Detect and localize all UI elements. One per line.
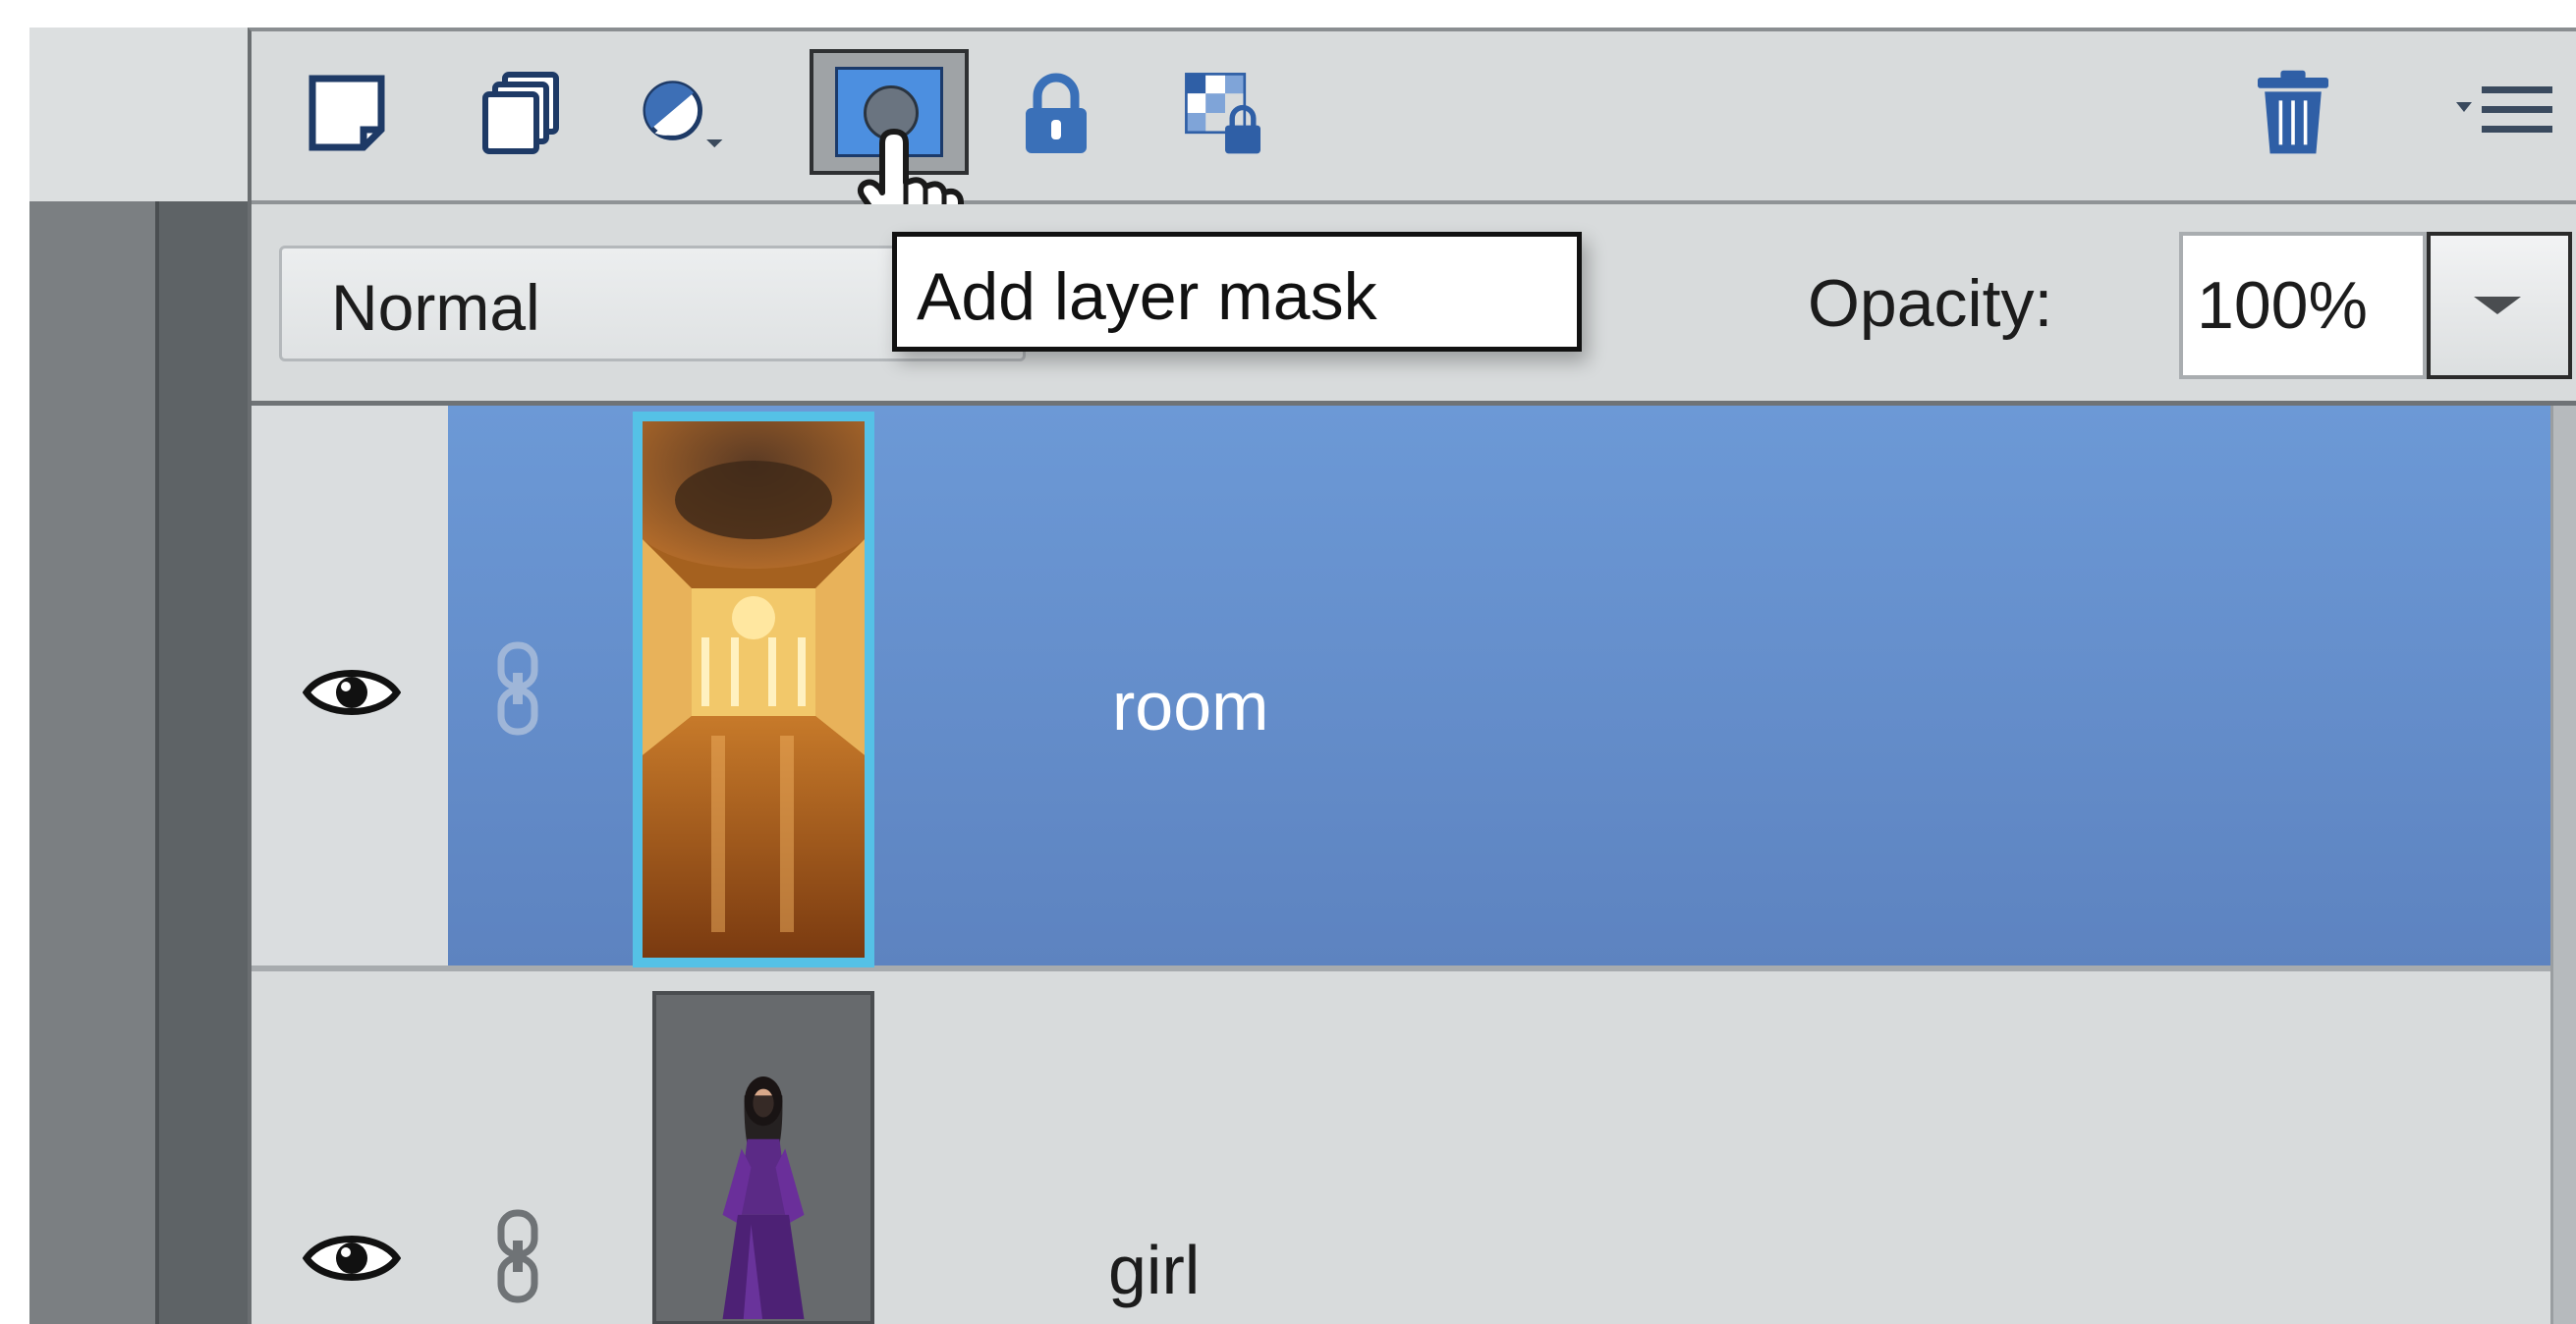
blend-mode-value: Normal — [331, 271, 540, 344]
opacity-dropdown-button[interactable] — [2427, 232, 2572, 379]
new-layer-icon[interactable] — [303, 69, 391, 157]
new-group-icon[interactable] — [477, 69, 566, 157]
layer-thumbnail-room[interactable] — [633, 412, 874, 967]
layer-row-room[interactable]: room — [252, 406, 2550, 971]
adjustment-layer-icon[interactable] — [641, 69, 729, 157]
opacity-input[interactable]: 100% — [2179, 232, 2427, 379]
delete-layer-icon[interactable] — [2246, 69, 2340, 157]
lock-transparency-icon[interactable] — [1181, 69, 1269, 157]
lock-all-icon[interactable] — [1012, 69, 1100, 157]
panel-menu-icon[interactable] — [2452, 69, 2560, 157]
layer-name-girl: girl — [1108, 1232, 1201, 1308]
scrollbar[interactable] — [2550, 406, 2576, 1324]
left-dock-strip — [29, 201, 155, 1324]
eye-icon[interactable] — [303, 663, 401, 722]
link-icon[interactable] — [493, 1209, 542, 1303]
tooltip: Add layer mask — [892, 232, 1582, 352]
eye-icon[interactable] — [303, 1229, 401, 1288]
left-dock-divider — [155, 201, 250, 1324]
chevron-down-icon — [2474, 297, 2521, 314]
panel-corner — [29, 28, 252, 206]
layers-toolbar — [252, 31, 2576, 204]
tooltip-text: Add layer mask — [917, 259, 1377, 334]
layers-panel-screenshot: Normal Opacity: 100% room girl Add layer… — [0, 0, 2576, 1324]
opacity-value: 100% — [2197, 268, 2368, 343]
layer-name-room: room — [1112, 668, 1269, 745]
link-icon[interactable] — [493, 641, 542, 736]
layer-row-girl[interactable]: girl — [252, 971, 2550, 1324]
opacity-label: Opacity: — [1808, 266, 2053, 341]
layer-thumbnail-girl[interactable] — [652, 991, 874, 1324]
